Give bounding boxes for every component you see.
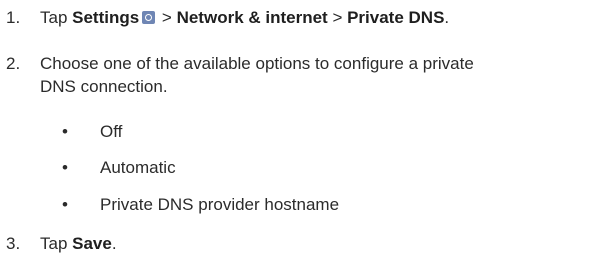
step-text-line-1: Choose one of the available options to c… bbox=[40, 54, 474, 73]
step-number: 3. bbox=[6, 234, 21, 253]
step-text: Tap Save. bbox=[40, 234, 117, 253]
option-label: Private DNS provider hostname bbox=[100, 195, 340, 214]
network-internet-label: Network & internet bbox=[176, 8, 328, 27]
instructions: 1. Tap Settings > Network & internet > Pr… bbox=[0, 0, 613, 265]
step-1: 1. Tap Settings > Network & internet > Pr… bbox=[0, 6, 449, 29]
separator: > bbox=[157, 8, 177, 27]
step-text-line-2: DNS connection. bbox=[40, 77, 168, 96]
step-prefix: Tap bbox=[40, 234, 73, 253]
step-3: 3. Tap Save. bbox=[0, 232, 117, 255]
option-hostname: • Private DNS provider hostname bbox=[62, 193, 339, 216]
option-label: Automatic bbox=[100, 158, 176, 177]
settings-label: Settings bbox=[72, 8, 140, 27]
step-number: 1. bbox=[6, 8, 21, 27]
step-text: Tap Settings > Network & internet > Priv… bbox=[40, 8, 449, 27]
bullet: • bbox=[62, 158, 68, 177]
option-automatic: • Automatic bbox=[62, 156, 176, 179]
step-suffix: . bbox=[111, 234, 117, 253]
bullet: • bbox=[62, 122, 68, 141]
option-off: • Off bbox=[62, 120, 122, 143]
private-dns-label: Private DNS bbox=[347, 8, 445, 27]
settings-icon bbox=[142, 11, 156, 24]
step-prefix: Tap bbox=[40, 8, 73, 27]
step-number: 2. bbox=[6, 54, 21, 73]
step-2: 2. Choose one of the available options to… bbox=[0, 52, 474, 75]
option-label: Off bbox=[100, 122, 123, 141]
save-label: Save bbox=[72, 234, 112, 253]
step-suffix: . bbox=[444, 8, 450, 27]
bullet: • bbox=[62, 195, 68, 214]
separator: > bbox=[327, 8, 348, 27]
